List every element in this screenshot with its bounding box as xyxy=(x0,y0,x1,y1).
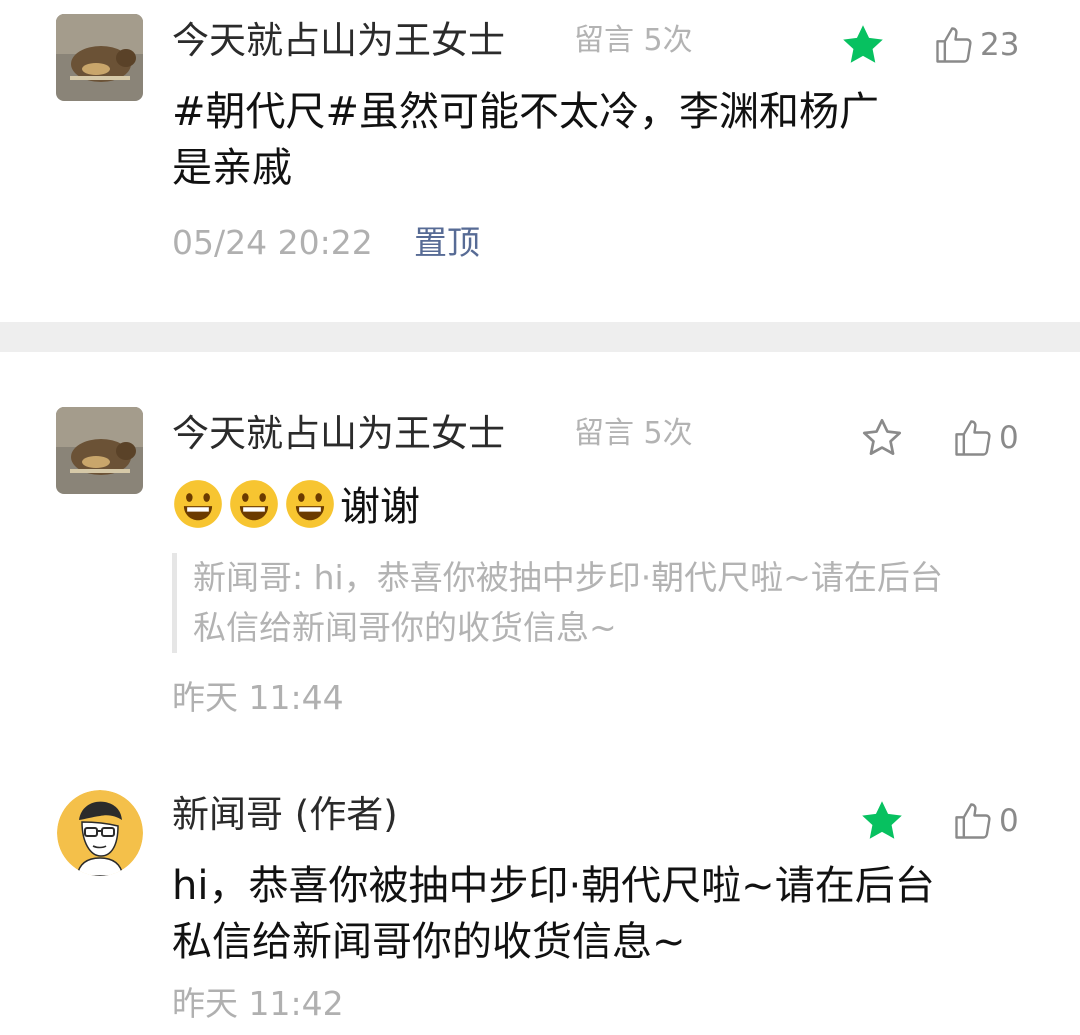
star-icon[interactable] xyxy=(838,20,888,70)
author-name[interactable]: 新闻哥 (作者) xyxy=(172,796,398,833)
comment-item: 今天就占山为王女士 留言 5次 23 #朝代尺#虽然可能不太冷，李渊和杨广是亲戚… xyxy=(0,0,1080,322)
user-avatar[interactable] xyxy=(56,407,143,494)
user-avatar[interactable] xyxy=(56,14,143,101)
comment-count-badge: 留言 5次 xyxy=(574,23,693,58)
comment-text-body: 谢谢 xyxy=(340,484,420,530)
author-avatar[interactable] xyxy=(57,790,143,876)
grinning-emoji-icon xyxy=(174,480,222,528)
comment-count-badge: 留言 5次 xyxy=(574,416,693,451)
thumbs-up-icon xyxy=(936,27,972,63)
comment-time: 昨天 11:44 xyxy=(172,678,344,717)
grinning-emoji-icon xyxy=(230,480,278,528)
author-name[interactable]: 今天就占山为王女士 xyxy=(172,22,505,59)
grinning-emoji-icon xyxy=(286,480,334,528)
star-outline-icon[interactable] xyxy=(857,413,907,463)
like-count: 0 xyxy=(999,419,1019,456)
like-count: 23 xyxy=(980,26,1020,63)
quoted-reply: 新闻哥: hi，恭喜你被抽中步印·朝代尺啦~请在后台私信给新闻哥你的收货信息~ xyxy=(172,553,952,653)
section-divider xyxy=(0,322,1080,352)
pin-link[interactable]: 置顶 xyxy=(414,226,480,259)
comment-time: 昨天 11:42 xyxy=(172,984,344,1023)
like-count: 0 xyxy=(999,802,1019,839)
like-button[interactable]: 0 xyxy=(951,796,1019,846)
author-name[interactable]: 今天就占山为王女士 xyxy=(172,415,505,452)
comment-text: 谢谢 xyxy=(172,478,912,535)
thumbs-up-icon xyxy=(955,420,991,456)
comment-item: 今天就占山为王女士 留言 5次 0 谢谢 新闻哥: hi，恭喜你被抽中步印·朝代… xyxy=(0,352,1080,752)
like-button[interactable]: 0 xyxy=(951,413,1019,463)
star-icon[interactable] xyxy=(857,796,907,846)
comment-time: 05/24 20:22 xyxy=(172,223,373,262)
comment-item: 新闻哥 (作者) 0 hi，恭喜你被抽中步印·朝代尺啦~请在后台私信给新闻哥你的… xyxy=(0,752,1080,1035)
comment-text: #朝代尺#虽然可能不太冷，李渊和杨广是亲戚 xyxy=(172,89,880,191)
thumbs-up-icon xyxy=(955,803,991,839)
like-button[interactable]: 23 xyxy=(932,20,1019,70)
comment-text: hi，恭喜你被抽中步印·朝代尺啦~请在后台私信给新闻哥你的收货信息~ xyxy=(172,863,935,965)
